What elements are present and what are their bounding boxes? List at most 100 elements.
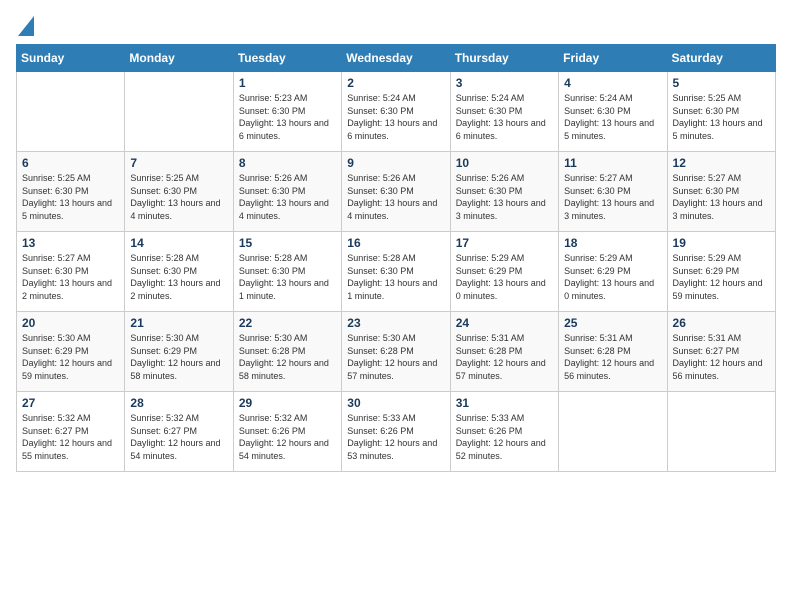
logo xyxy=(16,16,34,36)
day-number: 3 xyxy=(456,76,553,90)
calendar-cell: 16 Sunrise: 5:28 AM Sunset: 6:30 PM Dayli… xyxy=(342,232,450,312)
day-number: 17 xyxy=(456,236,553,250)
calendar-cell: 28 Sunrise: 5:32 AM Sunset: 6:27 PM Dayli… xyxy=(125,392,233,472)
calendar-cell xyxy=(559,392,667,472)
day-info: Sunrise: 5:24 AM Sunset: 6:30 PM Dayligh… xyxy=(347,92,444,142)
weekday-header: Thursday xyxy=(450,45,558,72)
calendar-cell: 6 Sunrise: 5:25 AM Sunset: 6:30 PM Daylig… xyxy=(17,152,125,232)
day-info: Sunrise: 5:26 AM Sunset: 6:30 PM Dayligh… xyxy=(456,172,553,222)
day-info: Sunrise: 5:30 AM Sunset: 6:28 PM Dayligh… xyxy=(239,332,336,382)
day-number: 15 xyxy=(239,236,336,250)
day-info: Sunrise: 5:28 AM Sunset: 6:30 PM Dayligh… xyxy=(239,252,336,302)
calendar-cell: 5 Sunrise: 5:25 AM Sunset: 6:30 PM Daylig… xyxy=(667,72,775,152)
day-number: 22 xyxy=(239,316,336,330)
day-number: 11 xyxy=(564,156,661,170)
calendar-cell: 21 Sunrise: 5:30 AM Sunset: 6:29 PM Dayli… xyxy=(125,312,233,392)
calendar-cell: 29Sunrise: 5:32 AM Sunset: 6:26 PM Dayli… xyxy=(233,392,341,472)
calendar-cell: 23Sunrise: 5:30 AM Sunset: 6:28 PM Dayli… xyxy=(342,312,450,392)
calendar-cell: 19 Sunrise: 5:29 AM Sunset: 6:29 PM Dayli… xyxy=(667,232,775,312)
day-number: 14 xyxy=(130,236,227,250)
day-info: Sunrise: 5:27 AM Sunset: 6:30 PM Dayligh… xyxy=(564,172,661,222)
calendar-cell: 8Sunrise: 5:26 AM Sunset: 6:30 PM Daylig… xyxy=(233,152,341,232)
day-info: Sunrise: 5:30 AM Sunset: 6:29 PM Dayligh… xyxy=(130,332,227,382)
day-number: 16 xyxy=(347,236,444,250)
day-number: 12 xyxy=(673,156,770,170)
calendar-cell: 14 Sunrise: 5:28 AM Sunset: 6:30 PM Dayli… xyxy=(125,232,233,312)
calendar-cell: 24 Sunrise: 5:31 AM Sunset: 6:28 PM Dayli… xyxy=(450,312,558,392)
day-number: 27 xyxy=(22,396,119,410)
calendar-cell: 31Sunrise: 5:33 AM Sunset: 6:26 PM Dayli… xyxy=(450,392,558,472)
day-info: Sunrise: 5:25 AM Sunset: 6:30 PM Dayligh… xyxy=(22,172,119,222)
day-info: Sunrise: 5:32 AM Sunset: 6:26 PM Dayligh… xyxy=(239,412,336,462)
day-info: Sunrise: 5:25 AM Sunset: 6:30 PM Dayligh… xyxy=(673,92,770,142)
calendar-cell xyxy=(17,72,125,152)
day-info: Sunrise: 5:32 AM Sunset: 6:27 PM Dayligh… xyxy=(130,412,227,462)
weekday-header: Saturday xyxy=(667,45,775,72)
calendar-cell: 22 Sunrise: 5:30 AM Sunset: 6:28 PM Dayli… xyxy=(233,312,341,392)
day-info: Sunrise: 5:26 AM Sunset: 6:30 PM Dayligh… xyxy=(347,172,444,222)
day-info: Sunrise: 5:29 AM Sunset: 6:29 PM Dayligh… xyxy=(564,252,661,302)
day-number: 23 xyxy=(347,316,444,330)
day-number: 24 xyxy=(456,316,553,330)
day-number: 18 xyxy=(564,236,661,250)
day-info: Sunrise: 5:29 AM Sunset: 6:29 PM Dayligh… xyxy=(673,252,770,302)
day-number: 13 xyxy=(22,236,119,250)
calendar-cell: 2 Sunrise: 5:24 AM Sunset: 6:30 PM Daylig… xyxy=(342,72,450,152)
weekday-header: Sunday xyxy=(17,45,125,72)
day-info: Sunrise: 5:33 AM Sunset: 6:26 PM Dayligh… xyxy=(347,412,444,462)
calendar-cell: 12 Sunrise: 5:27 AM Sunset: 6:30 PM Dayli… xyxy=(667,152,775,232)
day-info: Sunrise: 5:31 AM Sunset: 6:28 PM Dayligh… xyxy=(564,332,661,382)
day-info: Sunrise: 5:28 AM Sunset: 6:30 PM Dayligh… xyxy=(347,252,444,302)
day-info: Sunrise: 5:31 AM Sunset: 6:28 PM Dayligh… xyxy=(456,332,553,382)
day-number: 19 xyxy=(673,236,770,250)
day-info: Sunrise: 5:27 AM Sunset: 6:30 PM Dayligh… xyxy=(673,172,770,222)
day-info: Sunrise: 5:25 AM Sunset: 6:30 PM Dayligh… xyxy=(130,172,227,222)
day-info: Sunrise: 5:31 AM Sunset: 6:27 PM Dayligh… xyxy=(673,332,770,382)
day-info: Sunrise: 5:24 AM Sunset: 6:30 PM Dayligh… xyxy=(564,92,661,142)
calendar-cell: 1 Sunrise: 5:23 AM Sunset: 6:30 PM Daylig… xyxy=(233,72,341,152)
calendar-cell: 7 Sunrise: 5:25 AM Sunset: 6:30 PM Daylig… xyxy=(125,152,233,232)
day-info: Sunrise: 5:33 AM Sunset: 6:26 PM Dayligh… xyxy=(456,412,553,462)
logo-triangle-icon xyxy=(18,16,34,36)
calendar-cell: 4 Sunrise: 5:24 AM Sunset: 6:30 PM Daylig… xyxy=(559,72,667,152)
calendar-table: SundayMondayTuesdayWednesdayThursdayFrid… xyxy=(16,44,776,472)
calendar-cell: 11 Sunrise: 5:27 AM Sunset: 6:30 PM Dayli… xyxy=(559,152,667,232)
calendar-header: SundayMondayTuesdayWednesdayThursdayFrid… xyxy=(17,45,776,72)
day-number: 10 xyxy=(456,156,553,170)
day-info: Sunrise: 5:28 AM Sunset: 6:30 PM Dayligh… xyxy=(130,252,227,302)
calendar-cell: 9 Sunrise: 5:26 AM Sunset: 6:30 PM Daylig… xyxy=(342,152,450,232)
calendar-cell: 26 Sunrise: 5:31 AM Sunset: 6:27 PM Dayli… xyxy=(667,312,775,392)
calendar-cell: 27 Sunrise: 5:32 AM Sunset: 6:27 PM Dayli… xyxy=(17,392,125,472)
day-number: 7 xyxy=(130,156,227,170)
day-number: 6 xyxy=(22,156,119,170)
day-number: 21 xyxy=(130,316,227,330)
day-info: Sunrise: 5:32 AM Sunset: 6:27 PM Dayligh… xyxy=(22,412,119,462)
day-info: Sunrise: 5:26 AM Sunset: 6:30 PM Dayligh… xyxy=(239,172,336,222)
day-number: 9 xyxy=(347,156,444,170)
day-info: Sunrise: 5:23 AM Sunset: 6:30 PM Dayligh… xyxy=(239,92,336,142)
calendar-cell: 3 Sunrise: 5:24 AM Sunset: 6:30 PM Daylig… xyxy=(450,72,558,152)
page-header xyxy=(16,16,776,36)
calendar-cell: 13 Sunrise: 5:27 AM Sunset: 6:30 PM Dayli… xyxy=(17,232,125,312)
calendar-cell: 10 Sunrise: 5:26 AM Sunset: 6:30 PM Dayli… xyxy=(450,152,558,232)
day-info: Sunrise: 5:27 AM Sunset: 6:30 PM Dayligh… xyxy=(22,252,119,302)
day-number: 4 xyxy=(564,76,661,90)
calendar-cell: 18 Sunrise: 5:29 AM Sunset: 6:29 PM Dayli… xyxy=(559,232,667,312)
calendar-cell: 15 Sunrise: 5:28 AM Sunset: 6:30 PM Dayli… xyxy=(233,232,341,312)
weekday-header: Wednesday xyxy=(342,45,450,72)
day-number: 28 xyxy=(130,396,227,410)
calendar-cell xyxy=(667,392,775,472)
weekday-header: Monday xyxy=(125,45,233,72)
calendar-cell: 20Sunrise: 5:30 AM Sunset: 6:29 PM Dayli… xyxy=(17,312,125,392)
day-number: 26 xyxy=(673,316,770,330)
calendar-cell: 17 Sunrise: 5:29 AM Sunset: 6:29 PM Dayli… xyxy=(450,232,558,312)
day-number: 1 xyxy=(239,76,336,90)
day-info: Sunrise: 5:29 AM Sunset: 6:29 PM Dayligh… xyxy=(456,252,553,302)
day-number: 5 xyxy=(673,76,770,90)
day-number: 30 xyxy=(347,396,444,410)
day-number: 2 xyxy=(347,76,444,90)
weekday-header: Friday xyxy=(559,45,667,72)
day-number: 20 xyxy=(22,316,119,330)
day-number: 25 xyxy=(564,316,661,330)
day-info: Sunrise: 5:24 AM Sunset: 6:30 PM Dayligh… xyxy=(456,92,553,142)
